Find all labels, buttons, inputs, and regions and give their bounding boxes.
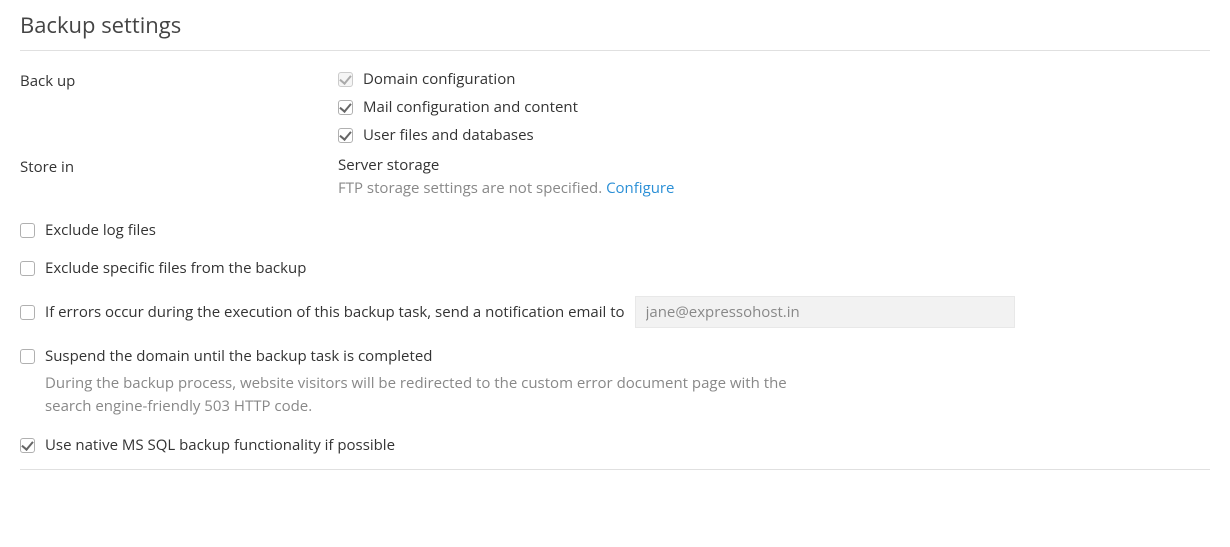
option-exclude-logs: Exclude log files xyxy=(20,220,1210,240)
store-label: Store in xyxy=(20,155,338,177)
section-title: Backup settings xyxy=(20,10,1210,51)
suspend-description: During the backup process, website visit… xyxy=(45,372,805,417)
checkbox-notify[interactable] xyxy=(20,305,35,320)
bottom-divider xyxy=(20,469,1210,470)
extra-options: Exclude log files Exclude specific files… xyxy=(20,220,1210,455)
backup-option-label: User files and databases xyxy=(363,125,534,145)
option-label: Exclude specific files from the backup xyxy=(45,258,306,278)
backup-option-label: Domain configuration xyxy=(363,69,515,89)
store-title: Server storage xyxy=(338,155,1210,175)
backup-options: Domain configuration Mail configuration … xyxy=(338,69,1210,145)
checkbox-exclude-logs[interactable] xyxy=(20,223,35,238)
option-label: Use native MS SQL backup functionality i… xyxy=(45,435,395,455)
option-label: Exclude log files xyxy=(45,220,156,240)
option-label: Suspend the domain until the backup task… xyxy=(45,346,432,366)
backup-option-domain-config: Domain configuration xyxy=(338,69,1210,89)
checkbox-mail[interactable] xyxy=(338,100,353,115)
backup-option-mail: Mail configuration and content xyxy=(338,97,1210,117)
backup-label: Back up xyxy=(20,69,338,91)
option-notify: If errors occur during the execution of … xyxy=(20,296,1210,328)
option-label: If errors occur during the execution of … xyxy=(45,302,625,322)
checkbox-userfiles[interactable] xyxy=(338,128,353,143)
backup-option-userfiles: User files and databases xyxy=(338,125,1210,145)
checkbox-mssql[interactable] xyxy=(20,438,35,453)
store-note-text: FTP storage settings are not specified. xyxy=(338,178,606,198)
option-mssql: Use native MS SQL backup functionality i… xyxy=(20,435,1210,455)
store-value: Server storage FTP storage settings are … xyxy=(338,155,1210,198)
store-note: FTP storage settings are not specified. … xyxy=(338,178,1210,198)
backup-row: Back up Domain configuration Mail config… xyxy=(20,69,1210,145)
option-suspend: Suspend the domain until the backup task… xyxy=(20,346,1210,417)
notify-email-input[interactable] xyxy=(635,296,1015,328)
checkbox-suspend[interactable] xyxy=(20,349,35,364)
store-row: Store in Server storage FTP storage sett… xyxy=(20,155,1210,198)
checkbox-exclude-specific[interactable] xyxy=(20,261,35,276)
option-exclude-specific: Exclude specific files from the backup xyxy=(20,258,1210,278)
backup-option-label: Mail configuration and content xyxy=(363,97,578,117)
configure-link[interactable]: Configure xyxy=(606,178,674,198)
checkbox-domain-config[interactable] xyxy=(338,72,353,87)
